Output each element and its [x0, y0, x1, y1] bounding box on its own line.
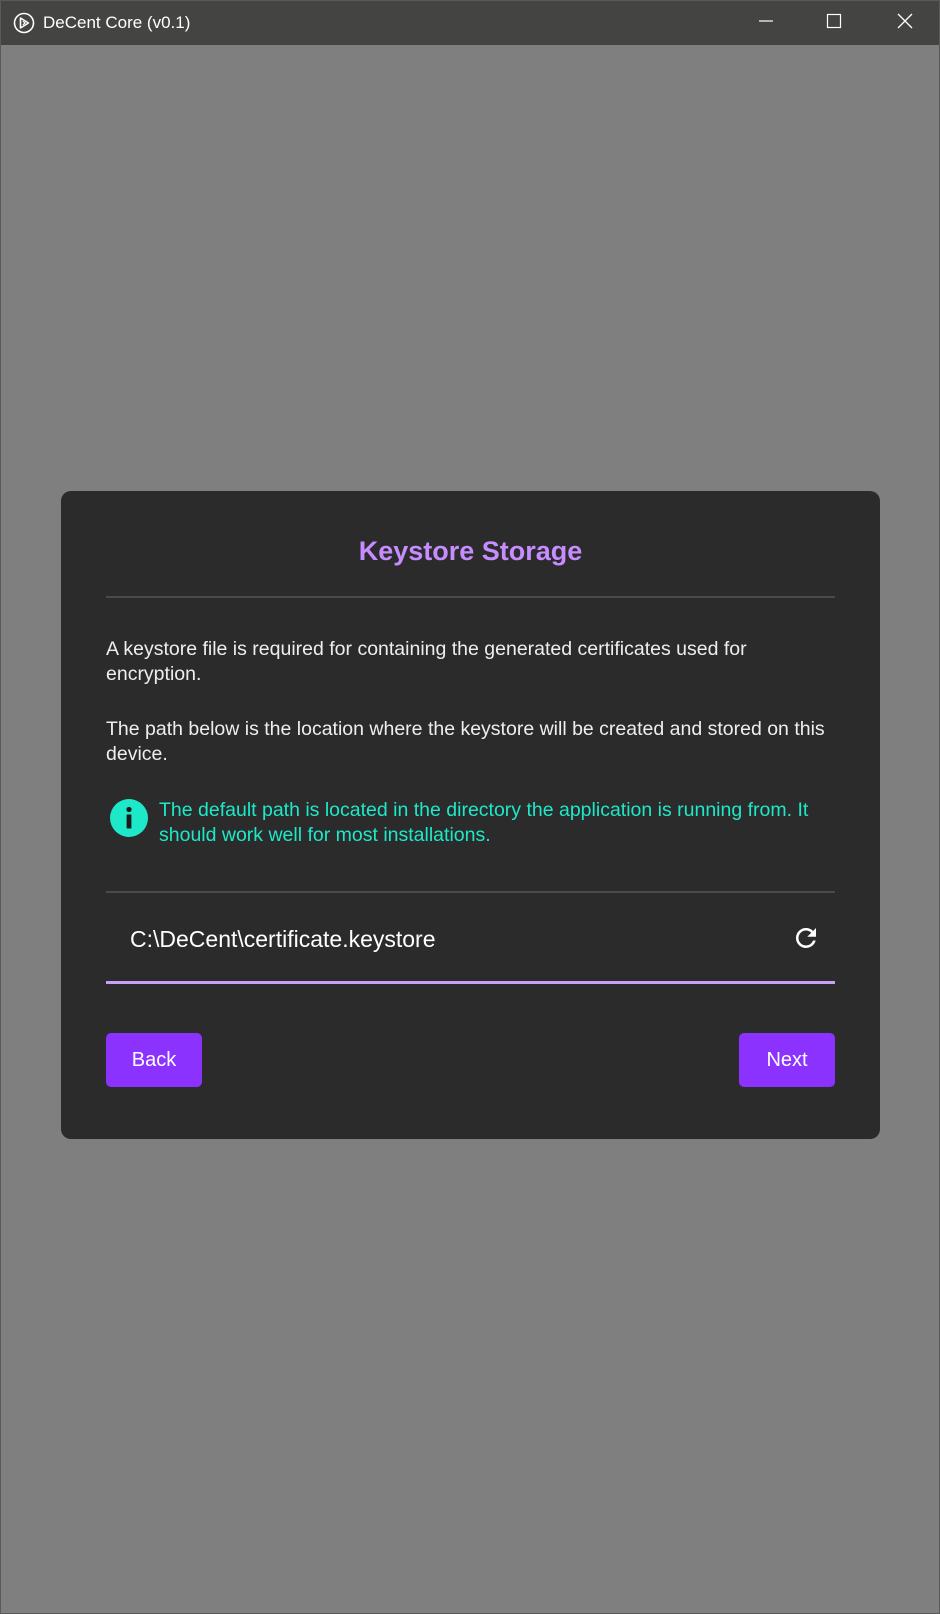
title-divider [106, 596, 835, 598]
keystore-path-value[interactable]: C:\DeCent\certificate.keystore [130, 925, 436, 953]
title-bar: DeCent Core (v0.1) [1, 1, 939, 45]
app-window: DeCent Core (v0.1) Keystore Storage A ke… [0, 0, 940, 1614]
decent-logo-icon [13, 12, 35, 34]
info-notice: The default path is located in the direc… [106, 798, 835, 858]
dialog-title: Keystore Storage [358, 536, 583, 566]
refresh-icon[interactable] [791, 923, 821, 953]
back-button[interactable]: Back [106, 1033, 202, 1087]
keystore-dialog: Keystore Storage A keystore file is requ… [61, 491, 880, 1139]
maximize-icon [826, 13, 842, 34]
maximize-button[interactable] [800, 1, 868, 45]
close-icon [896, 12, 914, 35]
minimize-button[interactable] [732, 1, 800, 45]
info-icon [109, 798, 149, 838]
keystore-path-field[interactable]: C:\DeCent\certificate.keystore [106, 893, 835, 984]
info-text: The default path is located in the direc… [159, 799, 809, 846]
close-button[interactable] [871, 1, 939, 45]
description-paragraph-2: The path below is the location where the… [106, 718, 825, 765]
window-title: DeCent Core (v0.1) [43, 13, 191, 32]
next-button[interactable]: Next [739, 1033, 835, 1087]
minimize-icon [758, 13, 774, 34]
description-paragraph-1: A keystore file is required for containi… [106, 638, 747, 685]
